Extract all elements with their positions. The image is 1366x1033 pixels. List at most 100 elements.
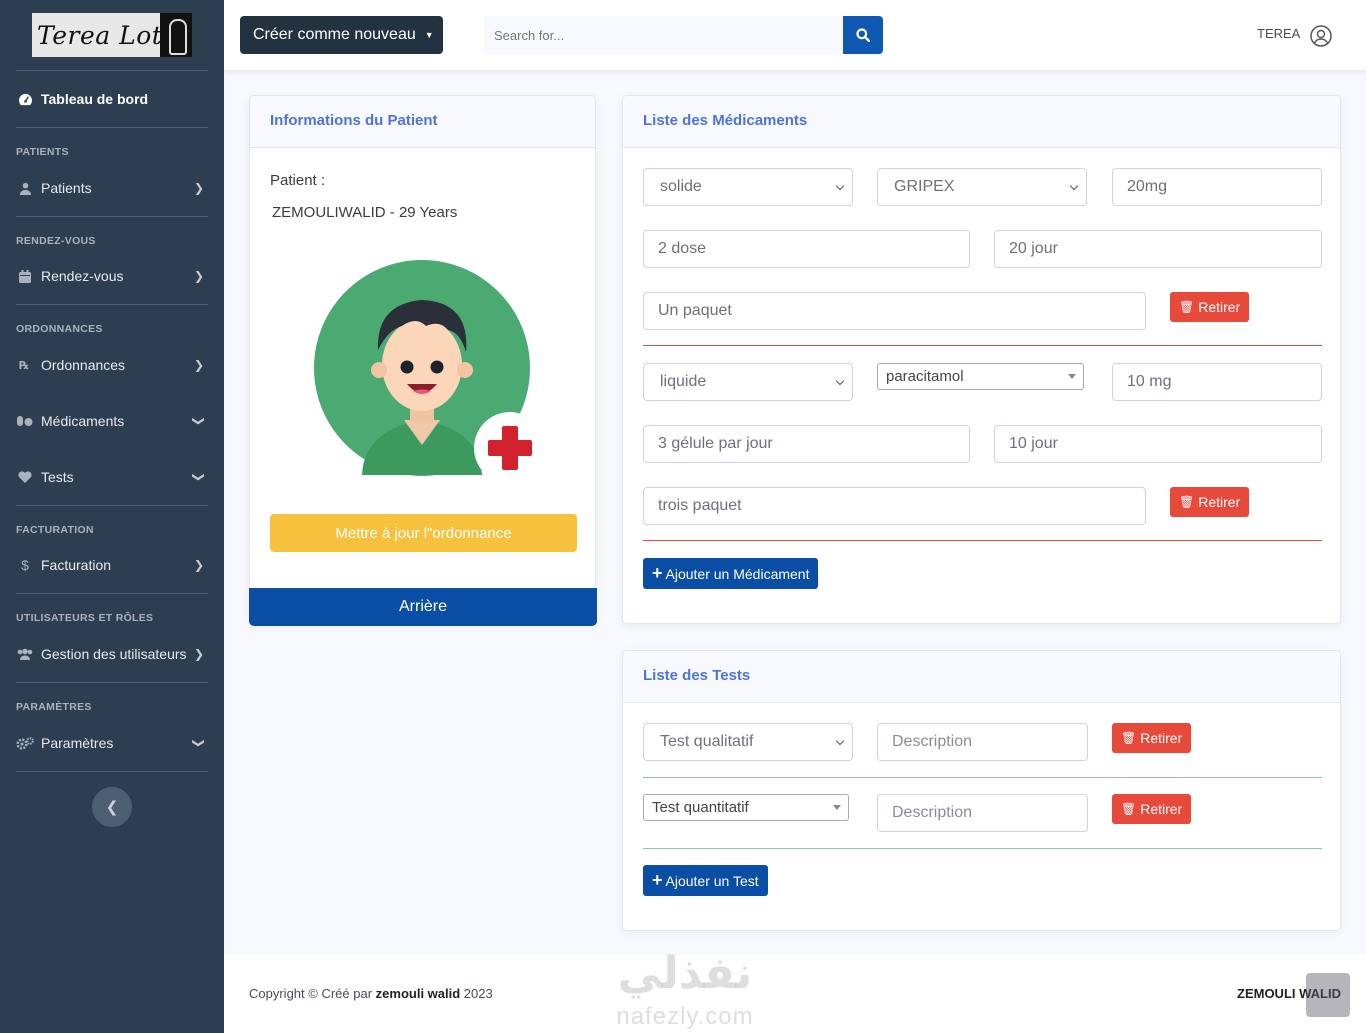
med-duration-field[interactable]: 10 jour <box>994 425 1322 463</box>
sidebar-divider <box>16 771 208 772</box>
sidebar-item-label: Tableau de bord <box>41 91 149 107</box>
remove-medication-button[interactable]: 🗑 Retirer <box>1170 292 1250 322</box>
plus-icon: + <box>652 563 663 583</box>
dollar-icon: $ <box>21 557 29 573</box>
test-type-select[interactable]: Test qualitatif <box>643 723 853 761</box>
chevron-down-icon: ❯ <box>191 471 206 483</box>
copyright-prefix: Copyright © Créé par <box>249 986 373 1001</box>
test-description-placeholder: Description <box>892 733 973 750</box>
test-description-input[interactable]: Description <box>877 794 1088 832</box>
back-label: Arrière <box>398 598 447 615</box>
search-input[interactable] <box>484 16 843 54</box>
caret-down-icon: ▼ <box>424 30 434 40</box>
trash-icon: 🗑 <box>1179 300 1195 314</box>
back-button[interactable]: Arrière <box>249 588 597 626</box>
remove-label: Retirer <box>1198 299 1241 315</box>
med-name-select[interactable]: GRIPEX <box>877 168 1087 206</box>
brand-logo[interactable]: Terea Lotfi <box>32 13 192 57</box>
patient-name-age: ZEMOULIWALID - 29 Years <box>272 204 458 221</box>
sidebar-divider <box>16 682 208 683</box>
med-type-select[interactable]: solide <box>643 168 853 206</box>
sidebar-item-label: Ordonnances <box>41 357 126 373</box>
sidebar-item-patients[interactable]: Patients ❯ <box>16 176 208 200</box>
copyright-text: Copyright © Créé par zemouli walid 2023 <box>249 986 493 1001</box>
med-quantity-field[interactable]: trois paquet <box>643 487 1146 525</box>
search-icon <box>856 28 870 42</box>
create-new-button[interactable]: Créer comme nouveau ▼ <box>240 16 443 54</box>
med-quantity-value: trois paquet <box>658 497 742 514</box>
add-test-label: Ajouter un Test <box>665 872 759 889</box>
sidebar-item-params[interactable]: Paramètres ❯ <box>16 731 208 755</box>
trash-icon: 🗑 <box>1121 802 1137 816</box>
add-test-button[interactable]: + Ajouter un Test <box>643 865 768 896</box>
remove-test-button[interactable]: 🗑 Retirer <box>1112 723 1192 753</box>
update-prescription-button[interactable]: Mettre à jour l"ordonnance <box>270 514 577 552</box>
sidebar: Terea Lotfi Tableau de bord PATIENTS Pat… <box>0 0 224 1033</box>
remove-medication-button[interactable]: 🗑 Retirer <box>1170 487 1250 517</box>
copyright-year: 2023 <box>463 986 493 1001</box>
med-duration-field[interactable]: 20 jour <box>994 230 1322 268</box>
user-injured-icon <box>16 181 34 195</box>
med-dose-field[interactable]: 3 gélule par jour <box>643 425 970 463</box>
prescription-icon: ℞ <box>16 358 34 372</box>
sidebar-item-facturation[interactable]: $ Facturation ❯ <box>16 553 208 577</box>
sidebar-heading-ordonnances: ORDONNANCES <box>16 323 103 335</box>
topbar: Créer comme nouveau ▼ TEREA <box>224 0 1366 70</box>
sidebar-item-tests[interactable]: Tests ❯ <box>16 465 208 489</box>
sidebar-heading-rdv: RENDEZ-VOUS <box>16 235 96 247</box>
sidebar-toggle-button[interactable]: ❮ <box>92 787 132 827</box>
user-avatar-icon[interactable] <box>1309 24 1333 48</box>
chevron-down-icon: ❯ <box>191 415 206 427</box>
tests-card: Liste des Tests Test qualitatif Descript… <box>622 650 1341 931</box>
med-dose-field[interactable]: 2 dose <box>643 230 970 268</box>
medications-card-title: Liste des Médicaments <box>643 112 808 129</box>
med-type-value: liquide <box>660 373 707 390</box>
patient-label: Patient : <box>270 172 326 189</box>
search-button[interactable] <box>843 16 883 54</box>
med-dosage-value: 10 mg <box>1127 373 1172 390</box>
med-name-value: paracitamol <box>886 368 964 385</box>
footer: Copyright © Créé par zemouli walid 2023 … <box>224 955 1366 1033</box>
chevron-right-icon: ❯ <box>193 181 204 195</box>
remove-test-button[interactable]: 🗑 Retirer <box>1112 794 1192 824</box>
add-medication-label: Ajouter un Médicament <box>665 565 810 582</box>
test-type-select[interactable]: Test quantitatif <box>643 794 849 821</box>
trash-icon: 🗑 <box>1179 495 1195 509</box>
card-header: Informations du Patient <box>250 96 595 148</box>
users-cog-icon <box>16 647 34 661</box>
med-quantity-field[interactable]: Un paquet <box>643 292 1146 330</box>
sidebar-heading-patients: PATIENTS <box>16 146 69 158</box>
brand-image <box>160 13 192 57</box>
chevron-left-icon: ❮ <box>105 799 119 816</box>
med-type-select[interactable]: liquide <box>643 363 853 401</box>
sidebar-divider <box>16 70 208 71</box>
sidebar-item-medicaments[interactable]: Médicaments ❯ <box>16 409 208 433</box>
sidebar-item-dashboard[interactable]: Tableau de bord <box>16 87 208 111</box>
remove-label: Retirer <box>1140 730 1183 746</box>
sidebar-item-rendez-vous[interactable]: Rendez-vous ❯ <box>16 264 208 288</box>
remove-label: Retirer <box>1198 494 1241 510</box>
sidebar-item-users[interactable]: Gestion des utilisateurs ❯ <box>16 642 208 666</box>
tests-card-title: Liste des Tests <box>643 667 751 684</box>
plus-icon: + <box>652 870 663 890</box>
test-type-value: Test qualitatif <box>660 733 754 750</box>
patient-card-title: Informations du Patient <box>270 112 438 129</box>
med-dose-value: 2 dose <box>658 240 707 257</box>
test-description-input[interactable]: Description <box>877 723 1088 761</box>
add-medication-button[interactable]: + Ajouter un Médicament <box>643 558 819 589</box>
pills-icon <box>16 414 34 428</box>
med-dosage-field[interactable]: 20mg <box>1112 168 1322 206</box>
chevron-down-icon: ❯ <box>191 737 206 749</box>
chevron-right-icon: ❯ <box>193 269 204 283</box>
patient-info-card: Informations du Patient Patient : ZEMOUL… <box>249 95 597 626</box>
card-header: Liste des Médicaments <box>623 96 1340 148</box>
chevron-right-icon: ❯ <box>193 558 204 572</box>
sidebar-item-ordonnances[interactable]: ℞ Ordonnances ❯ <box>16 353 208 377</box>
med-dosage-field[interactable]: 10 mg <box>1112 363 1322 401</box>
cogs-icon <box>16 736 34 750</box>
scroll-to-top-button[interactable] <box>1306 973 1350 1017</box>
chevron-right-icon: ❯ <box>193 358 204 372</box>
med-name-select[interactable]: paracitamol <box>877 363 1084 390</box>
topbar-user-name[interactable]: TEREA <box>1257 26 1300 41</box>
sidebar-item-label: Rendez-vous <box>41 268 124 284</box>
